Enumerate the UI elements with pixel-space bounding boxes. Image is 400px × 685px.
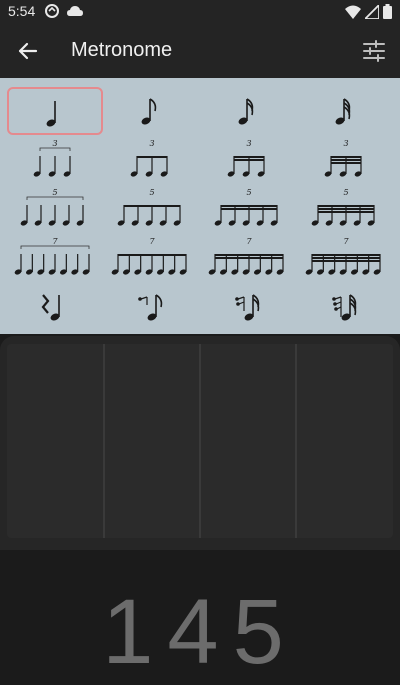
rhythm-symbol: 5 [20,188,84,226]
sync-icon [45,4,59,18]
rhythm-symbol: 7 [305,237,381,275]
rhythm-symbol: 3 [324,139,362,177]
svg-text:5: 5 [246,188,251,197]
rhythm-sixteenth[interactable] [201,87,297,135]
svg-text:7: 7 [52,237,58,246]
rhythm-quarter-septuplet[interactable]: 7 [7,234,103,282]
status-left-icons [44,3,84,19]
svg-text:7: 7 [246,237,252,246]
rhythm-symbol: 7 [111,237,187,275]
beat-visualizer[interactable] [7,344,393,538]
bpm-value[interactable]: 145 [0,580,400,685]
svg-text:5: 5 [52,188,57,197]
rhythm-quarter-quintuplet[interactable]: 5 [7,185,103,233]
rhythm-symbol [235,294,260,321]
rhythm-symbol [141,98,157,125]
rhythm-thirty-second-triplet[interactable]: 3 [298,136,394,184]
rhythm-symbol [238,98,254,125]
rhythm-symbol: 3 [33,139,71,177]
svg-text:3: 3 [149,139,154,148]
rhythm-sixteenth-triplet[interactable]: 3 [201,136,297,184]
rhythm-symbol [335,98,351,125]
svg-text:5: 5 [343,188,348,197]
arrow-left-icon [18,42,38,60]
beat-divider [295,344,297,538]
rhythm-symbol [332,294,357,321]
signal-icon [365,4,379,19]
app-bar: Metronome [0,24,400,78]
rhythm-symbol: 5 [117,188,181,226]
beat-panel [0,336,400,550]
status-right-icons [345,4,392,19]
rhythm-symbol [46,101,56,127]
rhythm-symbol: 5 [311,188,375,226]
rhythm-thirty-second-quintuplet[interactable]: 5 [298,185,394,233]
status-bar: 5:54 [0,0,400,24]
rhythm-thirty-second-septuplet[interactable]: 7 [298,234,394,282]
page-title: Metronome [71,39,173,61]
battery-icon [383,4,392,19]
rhythm-symbol: 5 [214,188,278,226]
svg-text:3: 3 [246,139,251,148]
rhythm-quarter[interactable] [7,87,103,135]
svg-text:7: 7 [149,237,155,246]
bpm-area: 145 [0,550,400,683]
rhythm-quarter-rest-note[interactable] [7,283,103,331]
tune-icon [363,40,385,62]
rhythm-symbol [41,294,60,321]
svg-text:7: 7 [343,237,349,246]
svg-text:5: 5 [149,188,154,197]
rhythm-symbol [138,294,163,321]
rhythm-sixteenth-quintuplet[interactable]: 5 [201,185,297,233]
beat-divider [103,344,105,538]
rhythm-symbol: 7 [208,237,284,275]
rhythm-symbol: 7 [14,237,90,275]
rhythm-eighth-triplet[interactable]: 3 [104,136,200,184]
rhythm-grid: 3 3 3 3 5 5 5 5 7 7 7 7 [0,78,400,334]
svg-text:3: 3 [343,139,348,148]
rhythm-eighth-quintuplet[interactable]: 5 [104,185,200,233]
rhythm-sixteenth-septuplet[interactable]: 7 [201,234,297,282]
rhythm-eighth-rest-note[interactable] [104,283,200,331]
wifi-icon [345,5,361,19]
rhythm-symbol: 3 [130,139,168,177]
settings-button[interactable] [360,37,388,65]
rhythm-eighth-septuplet[interactable]: 7 [104,234,200,282]
rhythm-thirty-second-rest-note[interactable] [298,283,394,331]
rhythm-symbol: 3 [227,139,265,177]
rhythm-sixteenth-rest-note[interactable] [201,283,297,331]
cloud-icon [67,6,83,16]
beat-divider [199,344,201,538]
rhythm-thirty-second[interactable] [298,87,394,135]
rhythm-eighth[interactable] [104,87,200,135]
back-button[interactable] [12,35,44,67]
rhythm-quarter-triplet[interactable]: 3 [7,136,103,184]
status-time: 5:54 [8,3,36,19]
svg-text:3: 3 [52,139,57,148]
